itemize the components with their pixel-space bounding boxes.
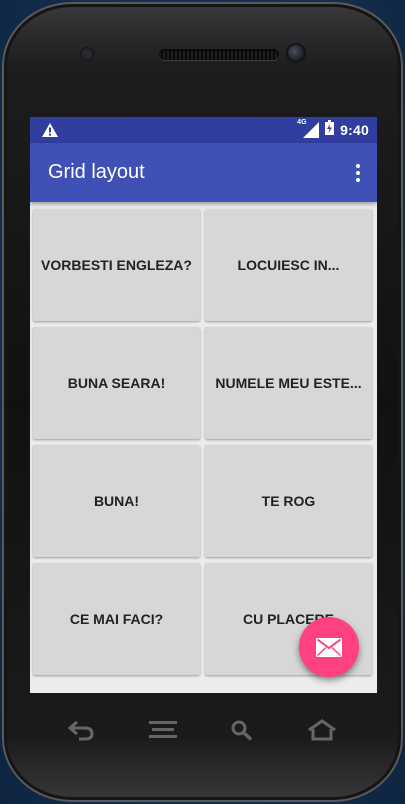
grid-cell[interactable]: TE ROG (205, 445, 372, 557)
proximity-sensor (80, 47, 94, 61)
app-screen: 4G 9:40 Grid layout VORBESTI ENGLEZA? LO… (30, 117, 377, 693)
more-vert-icon[interactable] (355, 164, 361, 184)
battery-charging-icon (325, 120, 335, 140)
signal-icon (303, 122, 320, 138)
email-fab-button[interactable] (299, 617, 359, 677)
toolbar-title: Grid layout (48, 161, 145, 183)
search-icon[interactable] (230, 719, 254, 746)
phrase-grid: VORBESTI ENGLEZA? LOCUIESC IN... BUNA SE… (33, 209, 375, 675)
status-time: 9:40 (340, 122, 369, 138)
network-indicator: 4G (297, 119, 320, 138)
grid-cell[interactable]: BUNA! (33, 445, 200, 557)
menu-icon[interactable] (149, 719, 177, 746)
grid-cell[interactable]: NUMELE MEU ESTE... (205, 327, 372, 439)
app-toolbar: Grid layout (30, 143, 377, 202)
grid-cell[interactable]: BUNA SEARA! (33, 327, 200, 439)
hardware-nav-bar (30, 705, 377, 761)
email-icon (316, 637, 342, 657)
earpiece-speaker (159, 49, 279, 60)
home-icon[interactable] (307, 719, 337, 746)
grid-cell[interactable]: CE MAI FACI? (33, 563, 200, 675)
back-icon[interactable] (67, 719, 95, 746)
status-icons: 4G 9:40 (297, 117, 369, 143)
grid-cell[interactable]: LOCUIESC IN... (205, 209, 372, 321)
grid-cell[interactable]: VORBESTI ENGLEZA? (33, 209, 200, 321)
front-camera (288, 45, 304, 61)
status-bar: 4G 9:40 (30, 117, 377, 143)
warning-icon (42, 123, 58, 142)
